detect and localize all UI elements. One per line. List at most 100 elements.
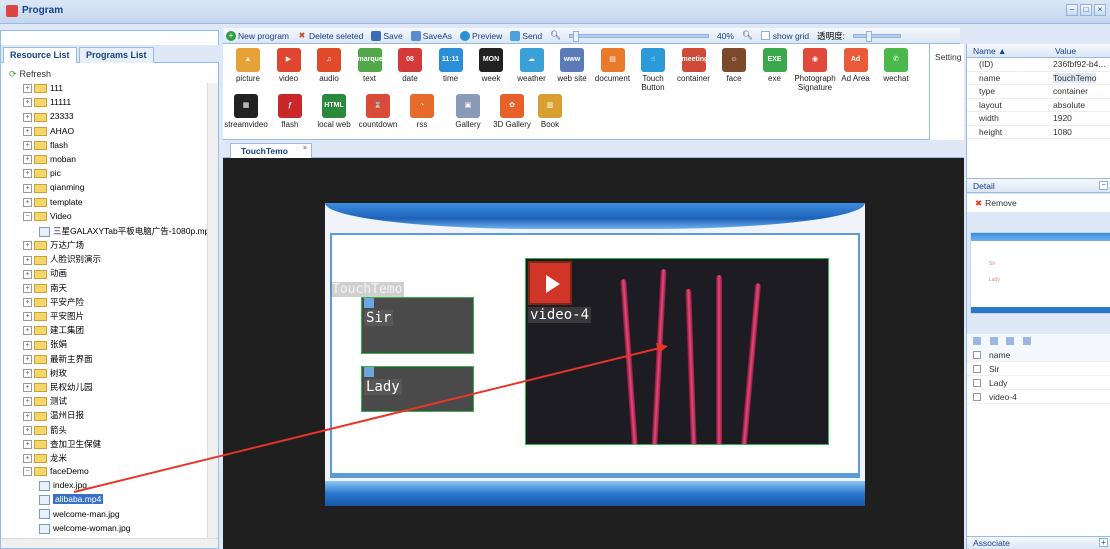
- expand-toggle-icon[interactable]: +: [23, 340, 32, 350]
- expand-toggle-icon[interactable]: +: [23, 98, 32, 108]
- expand-toggle-icon[interactable]: +: [23, 326, 32, 336]
- tree-folder[interactable]: +23333: [1, 111, 208, 125]
- tab-touchtemo[interactable]: TouchTemo ×: [230, 143, 312, 158]
- tree-folder[interactable]: + flash: [1, 140, 208, 154]
- tree-folder[interactable]: + 南天: [1, 282, 208, 296]
- preview-button[interactable]: Preview: [460, 30, 502, 41]
- delete-selected-button[interactable]: ✖ Delete seleted: [297, 31, 364, 41]
- tree-folder[interactable]: +11111: [1, 97, 208, 111]
- palette-item-week[interactable]: MON week: [468, 46, 514, 92]
- tree-file[interactable]: welcome-woman.jpg: [1, 523, 208, 537]
- property-value[interactable]: TouchTemo: [1053, 72, 1097, 83]
- send-button[interactable]: Send: [510, 30, 542, 41]
- tree-folder[interactable]: + 万达广场: [1, 239, 208, 253]
- tree-folder[interactable]: + 测试: [1, 395, 208, 409]
- property-row[interactable]: type container: [967, 85, 1110, 99]
- layer-checkbox[interactable]: [973, 365, 981, 373]
- tree-file[interactable]: index.jpg: [1, 480, 208, 494]
- zoom-slider[interactable]: [568, 30, 709, 42]
- tab-resource-list[interactable]: Resource List: [3, 47, 77, 63]
- layer-checkbox[interactable]: [973, 379, 981, 387]
- tree-folder[interactable]: + 动画: [1, 267, 208, 281]
- tree-folder[interactable]: + 最新主界面: [1, 353, 208, 367]
- layer-tool-icon[interactable]: [1022, 337, 1031, 345]
- tree-folder[interactable]: + 平安产险: [1, 296, 208, 310]
- opacity-slider-thumb[interactable]: [866, 30, 873, 42]
- tree-file[interactable]: alibaba.mp4: [1, 494, 208, 508]
- expand-toggle-icon[interactable]: +: [23, 141, 32, 150]
- new-program-button[interactable]: + New program: [226, 30, 289, 41]
- palette-item-date[interactable]: 08 date: [387, 46, 433, 92]
- property-row[interactable]: name TouchTemo: [967, 72, 1110, 85]
- expand-toggle-icon[interactable]: +: [23, 454, 32, 464]
- palette-item-photograph-signature[interactable]: ◉ Photograph Signature: [792, 46, 838, 92]
- expand-toggle-icon[interactable]: +: [23, 383, 32, 393]
- property-row[interactable]: layout absolute: [967, 99, 1110, 112]
- palette-item-document[interactable]: ▤ document: [590, 46, 636, 92]
- tree-folder[interactable]: + qianming: [1, 182, 208, 196]
- tree-folder[interactable]: + template: [1, 197, 208, 211]
- palette-item-wechat[interactable]: ✆ wechat: [873, 46, 919, 92]
- tree-folder[interactable]: + 平安图片: [1, 310, 208, 324]
- show-grid-checkbox[interactable]: show grid: [760, 31, 809, 41]
- close-button[interactable]: ×: [1094, 4, 1106, 16]
- tree-file[interactable]: welcome-man.jpg: [1, 509, 208, 523]
- property-name-column[interactable]: Name ▲: [973, 46, 1006, 56]
- palette-item-local-web[interactable]: HTML local web: [311, 92, 357, 138]
- property-value-column[interactable]: Value: [1055, 46, 1076, 56]
- property-row[interactable]: width 1920: [967, 112, 1110, 126]
- tree-folder[interactable]: + 查加卫生保健: [1, 438, 208, 452]
- expand-toggle-icon[interactable]: +: [23, 112, 32, 122]
- expand-toggle-icon[interactable]: +: [23, 183, 32, 193]
- close-tab-icon[interactable]: ×: [303, 145, 307, 152]
- zoom-out-icon[interactable]: 🔍︎: [550, 30, 561, 41]
- property-row[interactable]: height 1080: [967, 126, 1110, 139]
- maximize-button[interactable]: □: [1080, 4, 1092, 16]
- property-value[interactable]: 1080: [1053, 127, 1072, 137]
- layer-checkbox[interactable]: [973, 393, 981, 401]
- tree-file[interactable]: 三星GALAXYTab平板电脑广告-1080p.mp4: [1, 225, 208, 239]
- expand-toggle-icon[interactable]: +: [23, 197, 32, 207]
- expand-toggle-icon[interactable]: +: [23, 354, 32, 364]
- palette-item-flash[interactable]: ƒ flash: [267, 92, 313, 138]
- property-value[interactable]: absolute: [1053, 100, 1085, 110]
- zoom-slider-thumb[interactable]: [572, 30, 579, 42]
- stage-thumbnail[interactable]: Sir Lady: [970, 232, 1110, 314]
- property-row[interactable]: (ID) 236fbf92-b4...: [967, 58, 1110, 72]
- tree-folder[interactable]: + 温州日报: [1, 409, 208, 423]
- expand-toggle-icon[interactable]: −: [23, 467, 32, 477]
- palette-item-countdown[interactable]: ⌛ countdown: [355, 92, 401, 138]
- palette-item-video[interactable]: ▶ video: [266, 46, 312, 92]
- expand-toggle-icon[interactable]: +: [23, 255, 32, 265]
- opacity-slider[interactable]: [853, 30, 902, 42]
- tree-folder[interactable]: − Video: [1, 211, 208, 225]
- remove-button[interactable]: ✖ Remove: [967, 194, 1110, 212]
- expand-toggle-icon[interactable]: +: [23, 425, 32, 435]
- property-value[interactable]: container: [1053, 86, 1088, 96]
- palette-item-gallery[interactable]: ▣ Gallery: [445, 92, 491, 138]
- tree-horizontal-scrollbar[interactable]: [1, 538, 218, 548]
- palette-item-weather[interactable]: ☁ weather: [509, 46, 555, 92]
- palette-item-picture[interactable]: ▲ picture: [225, 46, 271, 92]
- expand-toggle-icon[interactable]: +: [23, 411, 32, 421]
- palette-item-web-site[interactable]: www web site: [549, 46, 595, 92]
- palette-item-exe[interactable]: EXE exe: [752, 46, 798, 92]
- expand-toggle-icon[interactable]: +: [23, 369, 32, 378]
- expand-toggle-icon[interactable]: +: [23, 169, 32, 179]
- expand-toggle-icon[interactable]: +: [23, 312, 32, 322]
- expand-toggle-icon[interactable]: +: [23, 155, 32, 165]
- tree-folder[interactable]: + moban: [1, 154, 208, 168]
- touch-button-sir[interactable]: Sir: [361, 297, 474, 354]
- tree-folder[interactable]: + 龙米: [1, 452, 208, 466]
- property-value[interactable]: 236fbf92-b4...: [1053, 59, 1105, 69]
- expand-toggle-icon[interactable]: +: [23, 84, 32, 94]
- add-associate-button[interactable]: +: [1099, 538, 1108, 547]
- expand-toggle-icon[interactable]: +: [23, 283, 32, 293]
- layer-row[interactable]: video-4: [967, 390, 1110, 404]
- tab-programs-list[interactable]: Programs List: [79, 47, 154, 63]
- collapse-detail-button[interactable]: −: [1099, 181, 1108, 190]
- minimize-button[interactable]: –: [1066, 4, 1078, 16]
- expand-toggle-icon[interactable]: +: [23, 397, 32, 407]
- tree-folder[interactable]: + 民权幼儿园: [1, 381, 208, 395]
- palette-item-streamvideo[interactable]: ▦ streamvideo: [223, 92, 269, 138]
